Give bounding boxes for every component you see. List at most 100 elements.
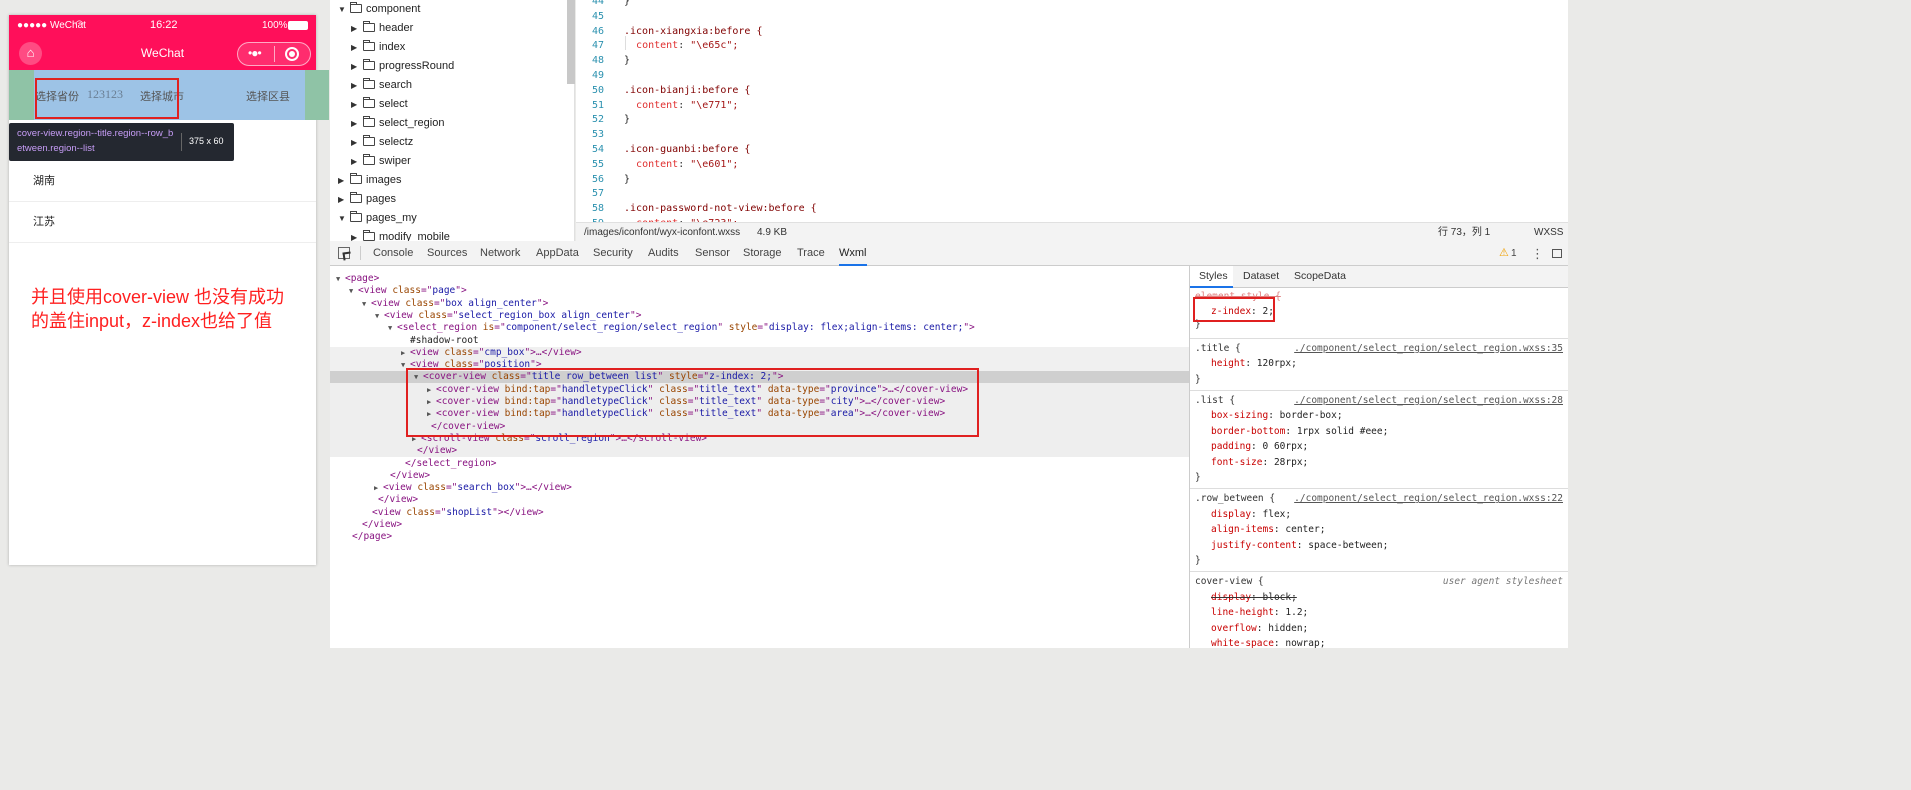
rule-source-link[interactable]: ./component/select_region/select_region.… [1294,341,1563,356]
node-caret[interactable]: ▼ [362,298,371,310]
caret-down-icon[interactable]: ▼ [338,209,348,228]
style-property[interactable]: border-bottom: 1rpx solid #eee; [1211,424,1388,439]
caret-right-icon[interactable]: ▶ [351,76,361,95]
caret-right-icon[interactable]: ▶ [351,114,361,133]
rule-close: } [1195,373,1201,385]
more-options-icon[interactable]: ⋮ [1531,241,1544,266]
dom-token: style [728,322,758,334]
rule-source-link[interactable]: ./component/select_region/select_region.… [1294,393,1563,408]
highlight-box-zindex [1193,297,1275,322]
close-miniprogram-icon[interactable] [285,47,299,61]
list-item[interactable]: 江苏 [9,202,316,243]
dom-node[interactable]: <view class="shopList"></view> [363,507,544,519]
caret-right-icon[interactable]: ▶ [351,57,361,76]
caret-down-icon[interactable]: ▼ [338,0,348,19]
dom-node[interactable]: </view> [353,519,402,531]
tree-item[interactable]: ▶ search [351,76,412,95]
style-property[interactable]: height: 120rpx; [1211,356,1297,371]
more-dots-icon[interactable]: •●• [248,46,262,60]
property-sep: : [1273,607,1286,619]
dom-token: box align_center [445,297,537,309]
dom-node[interactable]: ▶ <view class="cmp_box">…</view> [401,347,582,359]
side-tab-scopedata[interactable]: ScopeData [1294,270,1346,282]
tab-trace[interactable]: Trace [797,241,825,266]
dom-node[interactable]: ▼ <view class="page"> [349,285,467,297]
code-line: 52} [576,113,630,128]
caret-right-icon[interactable]: ▶ [338,190,348,209]
style-property[interactable]: overflow: hidden; [1211,621,1308,636]
side-tab-styles[interactable]: Styles [1199,270,1228,282]
caret-right-icon[interactable]: ▶ [351,95,361,114]
dom-node[interactable]: </page> [343,531,392,543]
dom-node[interactable]: ▼ <view class="box align_center"> [362,298,548,310]
node-caret[interactable]: ▶ [401,347,410,359]
tab-wxml[interactable]: Wxml [839,241,867,266]
dom-token: </view> [417,445,458,457]
tree-item[interactable]: ▶ select_region [351,114,444,133]
tree-item[interactable]: ▶ modify_mobile [351,228,450,241]
tab-sensor[interactable]: Sensor [695,241,730,266]
style-property[interactable]: box-sizing: border-box; [1211,408,1343,423]
style-property[interactable]: font-size: 28rpx; [1211,455,1308,470]
caret-right-icon[interactable]: ▶ [351,152,361,171]
tree-item[interactable]: ▼ pages_my [338,209,417,228]
code-editor[interactable]: 44} 45 46 .icon-xiangxia:before {47 content… [576,0,1568,222]
area-select[interactable]: 选择区县 [246,88,290,104]
style-property[interactable]: white-space: nowrap; [1211,636,1325,648]
warning-icon[interactable]: ⚠ [1499,241,1509,266]
side-tab-dataset[interactable]: Dataset [1243,270,1279,282]
tree-item[interactable]: ▶ header [351,19,413,38]
tree-item[interactable]: ▶ images [338,171,401,190]
caret-right-icon[interactable]: ▶ [351,19,361,38]
tab-sources[interactable]: Sources [427,241,467,266]
tree-item[interactable]: ▶ pages [338,190,396,209]
caret-right-icon[interactable]: ▶ [338,171,348,190]
indent-guide [625,36,626,50]
style-property[interactable]: justify-content: space-between; [1211,538,1388,553]
tab-storage[interactable]: Storage [743,241,782,266]
style-property[interactable]: display: flex; [1211,507,1291,522]
style-property[interactable]: line-height: 1.2; [1211,605,1308,620]
dom-node[interactable]: </view> [408,445,457,457]
dom-node[interactable]: ▼ <select_region is="component/select_reg… [388,322,975,334]
tree-scrollbar[interactable] [567,0,575,84]
code-line: 45 [576,10,624,25]
list-item[interactable]: 湖南 [9,161,316,202]
node-caret[interactable]: ▶ [374,482,383,494]
style-property[interactable]: padding: 0 60rpx; [1211,439,1308,454]
node-caret[interactable]: ▼ [375,310,384,322]
style-property[interactable]: align-items: center; [1211,522,1325,537]
inspect-element-icon[interactable] [338,247,352,261]
dom-node[interactable]: ▼ <view class="select_region_box align_ce… [375,310,641,322]
dom-node[interactable]: </select_region> [396,458,497,470]
style-property[interactable]: display: block; [1211,590,1297,605]
dom-node[interactable]: ▼ <page> [336,273,379,285]
tree-item[interactable]: ▶ select [351,95,408,114]
tab-console[interactable]: Console [373,241,413,266]
tree-item[interactable]: ▶ progressRound [351,57,454,76]
tab-network[interactable]: Network [480,241,520,266]
dom-node[interactable]: </view> [381,470,430,482]
tree-item[interactable]: ▶ index [351,38,405,57]
dom-token: shopList [446,506,493,518]
tab-security[interactable]: Security [593,241,633,266]
dom-node[interactable]: #shadow-root [401,335,479,347]
file-path: /images/iconfont/wyx-iconfont.wxss [584,227,741,238]
caret-right-icon[interactable]: ▶ [351,133,361,152]
dom-node[interactable]: ▶ <view class="search_box">…</view> [374,482,572,494]
dom-node[interactable]: </view> [369,494,418,506]
node-caret[interactable]: ▼ [349,285,358,297]
tab-audits[interactable]: Audits [648,241,679,266]
caret-right-icon[interactable]: ▶ [351,38,361,57]
node-caret[interactable]: ▼ [336,273,345,285]
tab-appdata[interactable]: AppData [536,241,579,266]
code-text: .icon-bianji:before { [624,84,751,96]
rule-source-link[interactable]: ./component/select_region/select_region.… [1294,491,1563,506]
line-number: 51 [591,99,604,111]
tree-item[interactable]: ▶ swiper [351,152,411,171]
tree-item[interactable]: ▶ selectz [351,133,413,152]
node-caret[interactable]: ▼ [388,322,397,334]
caret-right-icon[interactable]: ▶ [351,228,361,241]
dock-icon[interactable] [1552,249,1562,258]
tree-item[interactable]: ▼ component [338,0,420,19]
